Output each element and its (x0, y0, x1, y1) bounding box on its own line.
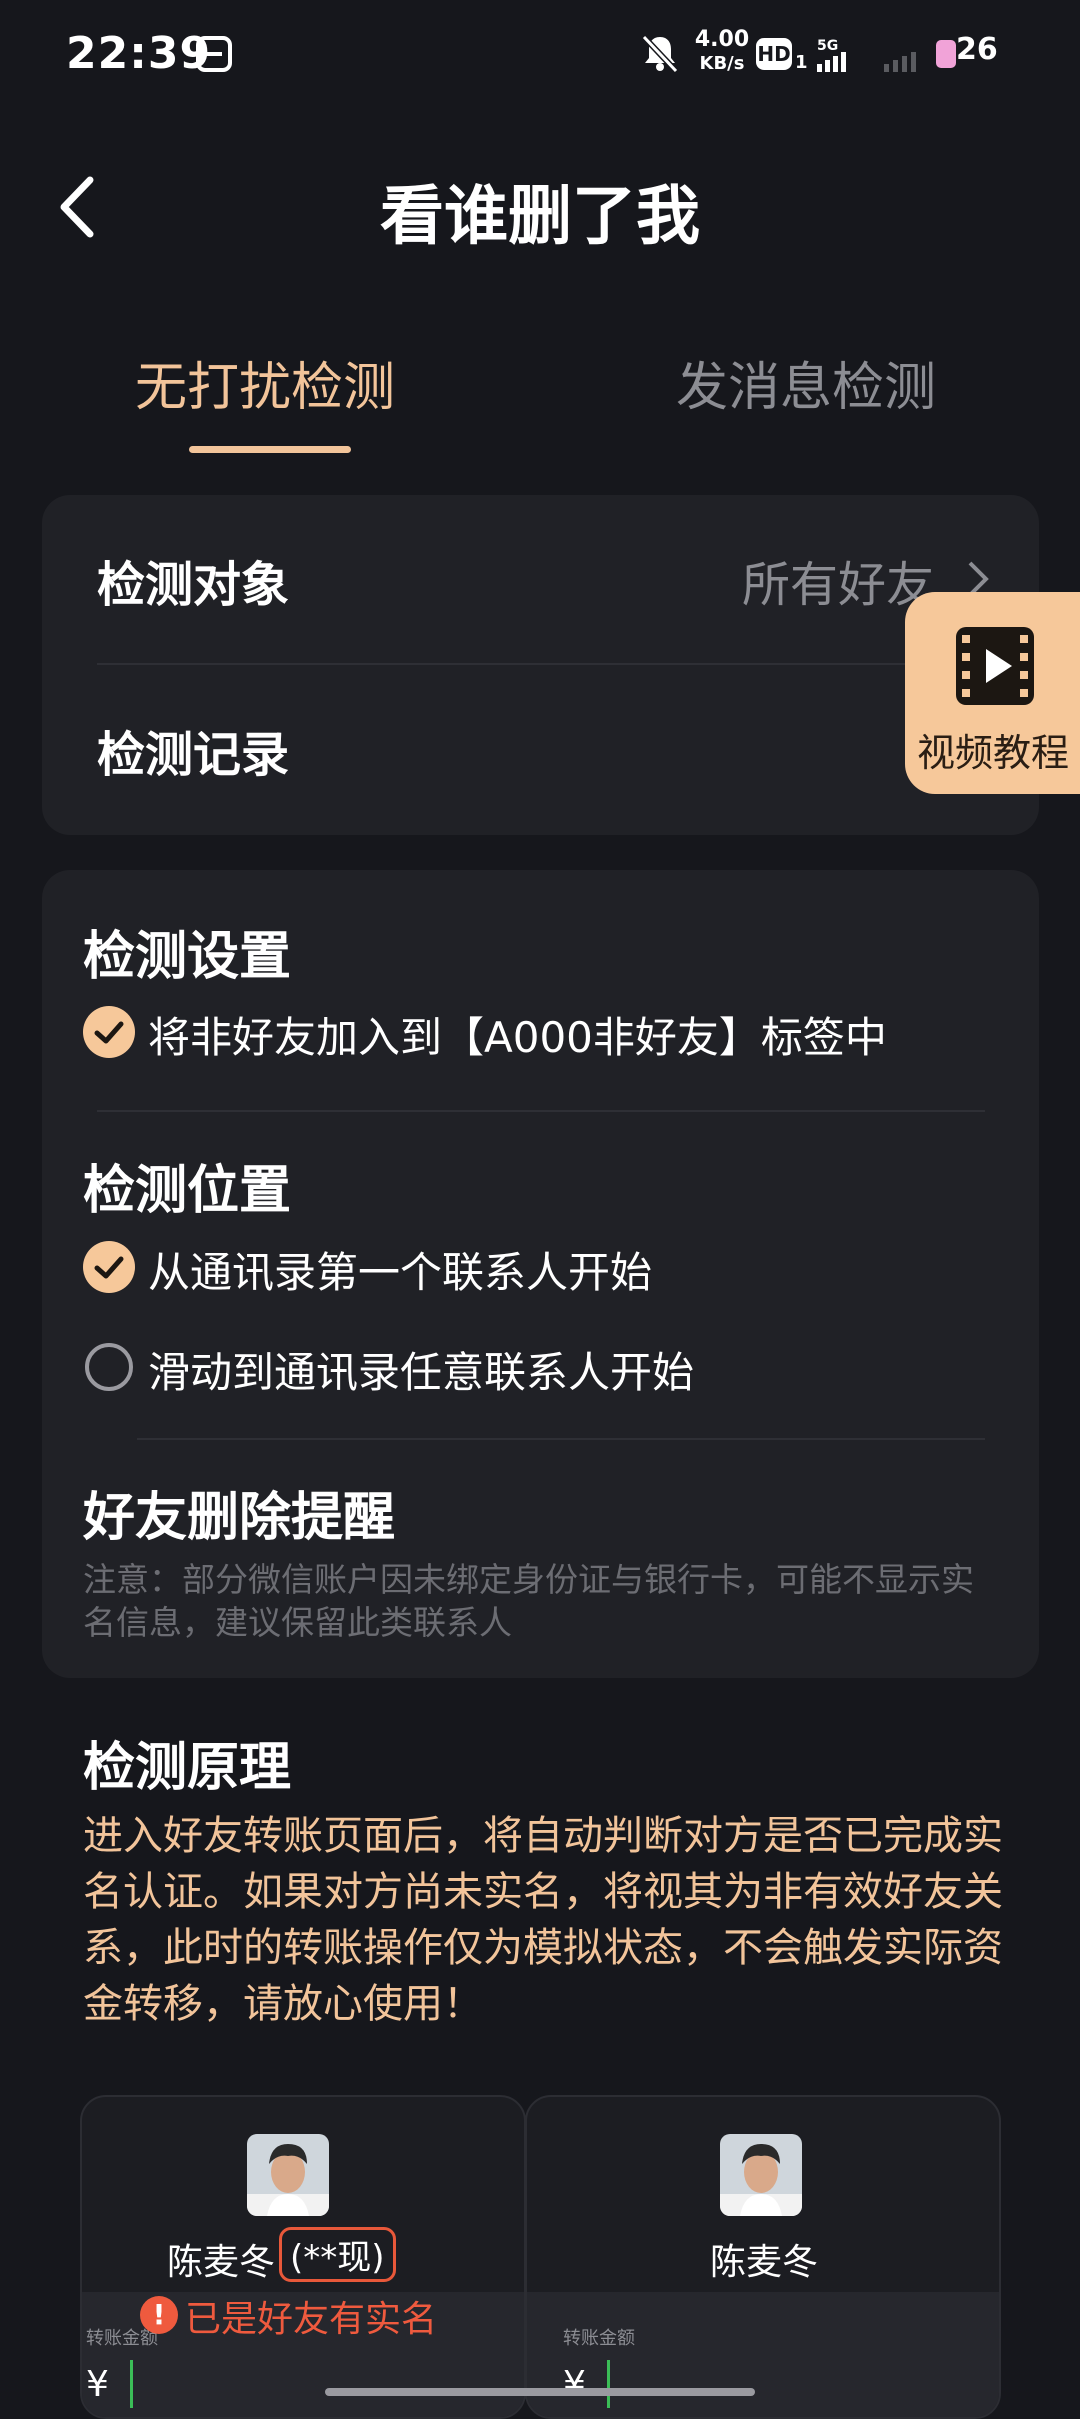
position-option-any-label: 滑动到通讯录任意联系人开始 (148, 1348, 695, 1397)
mute-bell-icon (641, 34, 679, 73)
home-indicator[interactable] (325, 2388, 755, 2396)
battery-level: 26 (956, 32, 998, 67)
principle-body: 进入好友转账页面后，将自动判断对方是否已完成实名认证。如果对方尚未实名，将视其为… (83, 1813, 1003, 2027)
currency-symbol: ¥ (86, 2364, 109, 2405)
signal-icon: 5G (815, 38, 861, 72)
detect-settings-title: 检测设置 (83, 927, 292, 987)
video-tutorial-button[interactable]: 视频教程 (905, 592, 1080, 794)
hd-badge: HD (756, 38, 792, 70)
divider (137, 1438, 985, 1440)
checkmark-icon (83, 1006, 135, 1058)
net-speed-value: 4.00 (694, 27, 750, 52)
net-speed-unit: KB/s (699, 53, 745, 74)
video-tutorial-label: 视频教程 (917, 731, 1070, 775)
warning-text: 已是好友有实名 (185, 2299, 438, 2340)
warning-icon: ! (140, 2296, 178, 2334)
divider (97, 1110, 985, 1112)
detect-target-label: 检测对象 (97, 557, 290, 613)
real-name-badge: (**现) (279, 2227, 396, 2282)
detect-target-row[interactable]: 检测对象 所有好友 (42, 495, 1039, 665)
add-nonfriend-option[interactable]: 将非好友加入到【A000非好友】标签中 (83, 1000, 1003, 1064)
example-name: 陈麦冬 (167, 2242, 276, 2283)
tab-send-message[interactable]: 发消息检测 (676, 345, 936, 420)
settings-card: 检测设置 将非好友加入到【A000非好友】标签中 检测位置 从通讯录第一个联系人… (42, 870, 1039, 1678)
target-card: 检测对象 所有好友 检测记录 (42, 495, 1039, 835)
status-bar: 22:39 4.00 KB/s HD 1 5G 26 (0, 0, 1080, 115)
checkmark-icon (83, 1241, 135, 1293)
transfer-amount-area: 转账金额 ¥ (527, 2292, 999, 2417)
tab-no-disturb[interactable]: 无打扰检测 (135, 345, 395, 420)
position-option-first[interactable]: 从通讯录第一个联系人开始 (83, 1235, 1003, 1299)
text-cursor (607, 2360, 610, 2408)
position-option-any[interactable]: 滑动到通讯录任意联系人开始 (83, 1335, 1003, 1399)
example-card-verified: 陈麦冬 (**现) 转账金额 ¥ (80, 2095, 526, 2419)
detect-record-row[interactable]: 检测记录 (42, 665, 1039, 835)
app-notification-icon (196, 36, 232, 72)
radio-unchecked-icon (85, 1343, 133, 1391)
text-cursor (130, 2360, 133, 2408)
signal-weak-icon (884, 52, 916, 72)
example-card-plain: 陈麦冬 转账金额 ¥ (525, 2095, 1001, 2419)
page-title: 看谁删了我 (380, 180, 700, 254)
currency-symbol: ¥ (563, 2364, 586, 2405)
status-time: 22:39 (66, 28, 212, 79)
avatar (720, 2134, 802, 2216)
avatar (247, 2134, 329, 2216)
reminder-title: 好友删除提醒 (83, 1488, 396, 1548)
reminder-note: 注意：部分微信账户因未绑定身份证与银行卡，可能不显示实名信息，建议保留此类联系人 (83, 1560, 974, 1642)
position-option-first-label: 从通讯录第一个联系人开始 (148, 1248, 653, 1297)
example-name: 陈麦冬 (710, 2242, 819, 2283)
detect-target-value: 所有好友 (742, 557, 935, 613)
principle-title: 检测原理 (83, 1738, 292, 1798)
add-nonfriend-label: 将非好友加入到【A000非好友】标签中 (148, 1013, 887, 1062)
detect-position-title: 检测位置 (83, 1161, 292, 1221)
battery-icon (936, 40, 956, 68)
hd-sub: 1 (795, 52, 808, 73)
film-play-icon (956, 627, 1034, 705)
net-speed: 4.00 KB/s (690, 28, 754, 76)
active-tab-indicator (189, 446, 351, 453)
detect-record-label: 检测记录 (97, 727, 290, 783)
amount-label: 转账金额 (563, 2328, 635, 2349)
